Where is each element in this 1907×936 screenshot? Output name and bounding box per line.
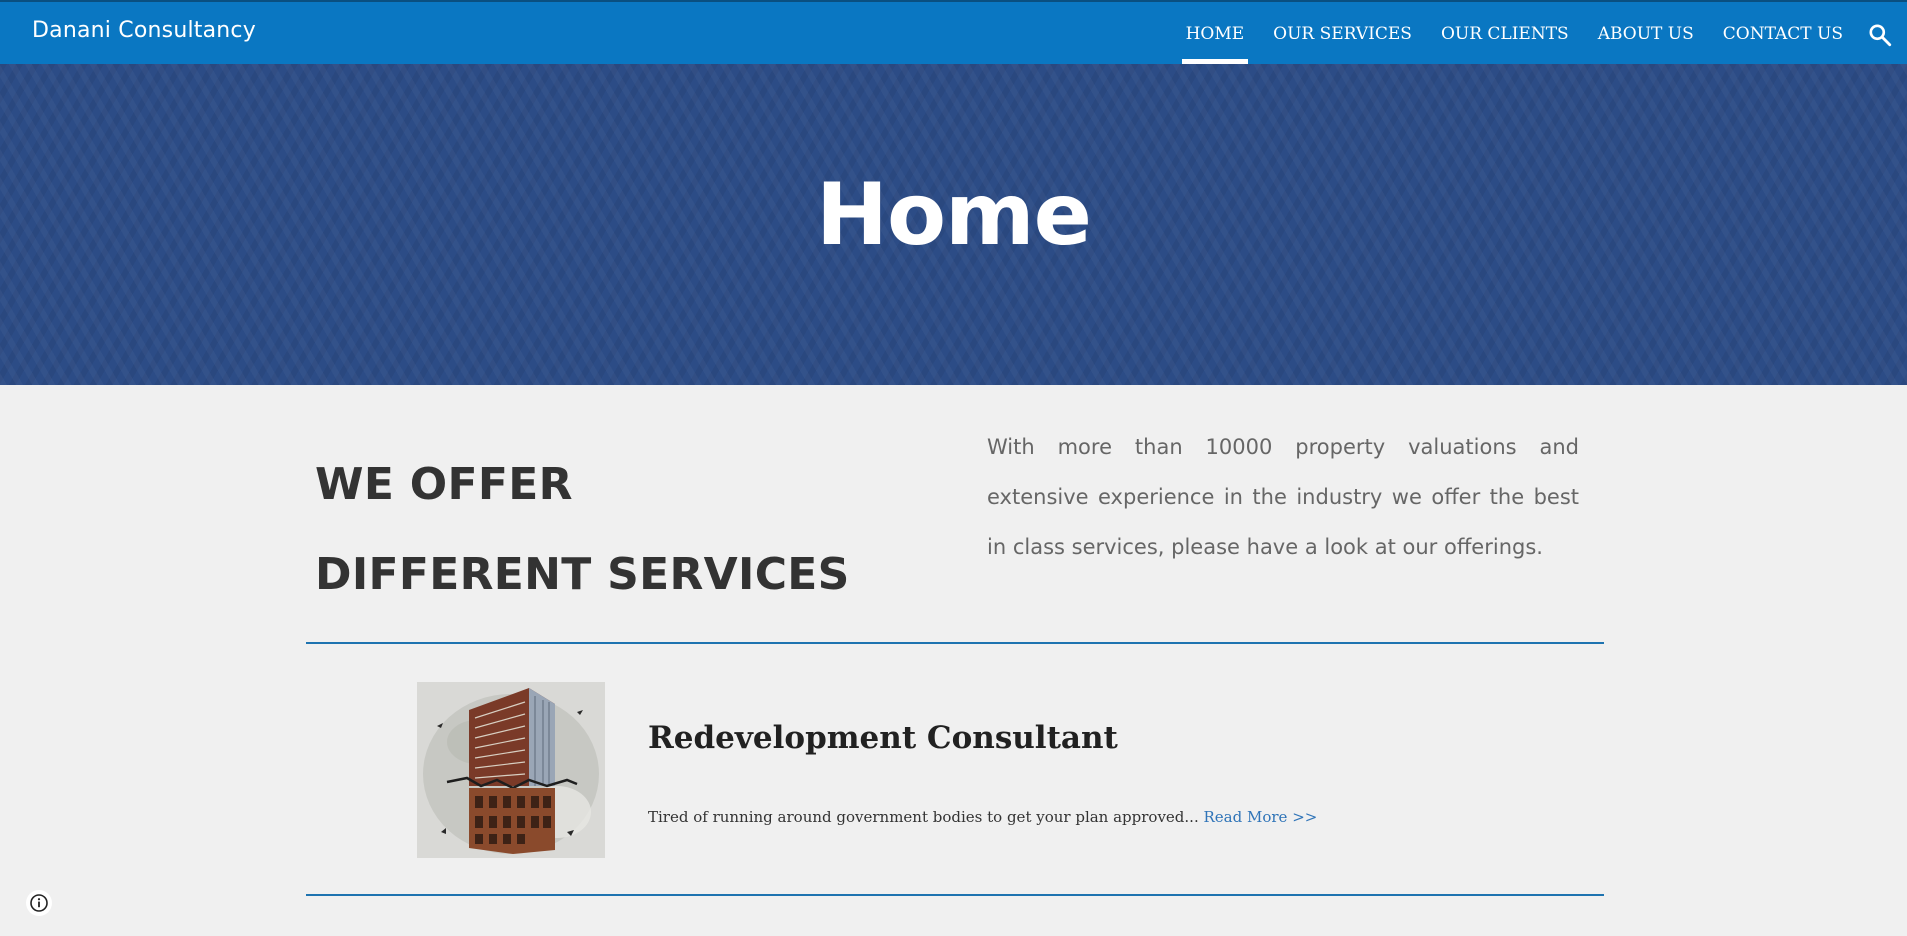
intro-paragraph: With more than 10000 property valuations…: [987, 435, 1579, 559]
nav-item-our-services[interactable]: OUR SERVICES: [1273, 2, 1412, 66]
building-illustration: [417, 682, 605, 858]
read-more-link[interactable]: Read More >>: [1204, 808, 1318, 826]
nav-item-about-us[interactable]: ABOUT US: [1598, 2, 1694, 66]
info-icon: [30, 894, 48, 912]
site-title-link[interactable]: Danani Consultancy: [32, 18, 256, 43]
search-icon: [1869, 24, 1892, 47]
hero-banner: Home: [0, 64, 1907, 385]
search-button[interactable]: [1867, 22, 1893, 48]
section-divider-top: [306, 642, 1604, 644]
nav-item-home[interactable]: HOME: [1181, 2, 1248, 66]
site-info-button[interactable]: [26, 890, 52, 916]
main-nav: HOME OUR SERVICES OUR CLIENTS ABOUT US C…: [1157, 2, 1843, 66]
service-description: Tired of running around government bodie…: [648, 808, 1317, 826]
service-description-text: Tired of running around government bodie…: [648, 808, 1199, 826]
page-title: Home: [816, 165, 1092, 265]
section-divider-bottom: [306, 894, 1604, 896]
service-title: Redevelopment Consultant: [648, 720, 1118, 756]
offer-heading: WE OFFER DIFFERENT SERVICES: [315, 440, 850, 620]
nav-item-contact-us[interactable]: CONTACT US: [1723, 2, 1843, 66]
nav-item-our-clients[interactable]: OUR CLIENTS: [1441, 2, 1569, 66]
top-navigation-bar: Danani Consultancy HOME OUR SERVICES OUR…: [0, 0, 1907, 66]
offer-heading-line-1: WE OFFER: [315, 459, 573, 510]
offer-heading-line-2: DIFFERENT SERVICES: [315, 549, 850, 600]
